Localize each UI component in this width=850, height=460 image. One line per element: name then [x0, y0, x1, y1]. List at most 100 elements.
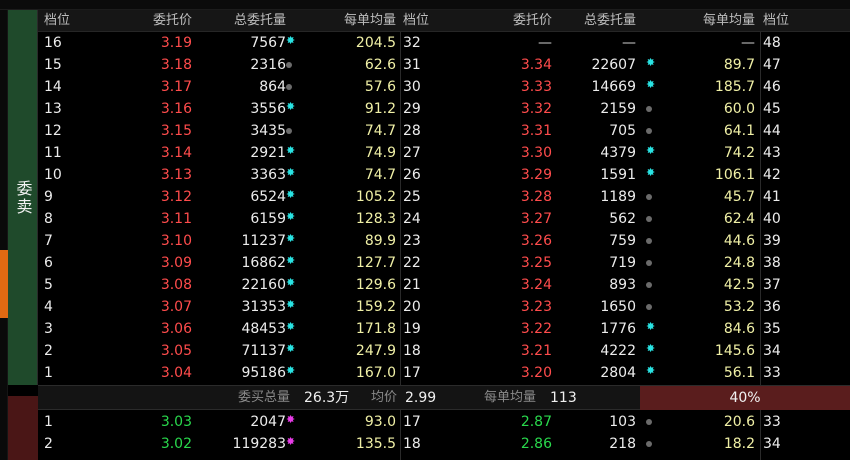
price-cell: —: [538, 35, 552, 51]
table-row[interactable]: 13 3.16 3556 ✸ 91.2 29 3.32 2159 60.0 45: [38, 98, 850, 120]
level-cell: 35: [763, 321, 781, 337]
table-row[interactable]: 2 3.02 119283 ✸ 135.5 18 2.86 218 18.2 34: [38, 433, 850, 455]
level-cell: 26: [403, 167, 421, 183]
price-cell: 3.25: [520, 255, 552, 271]
volume-cell: 3556: [250, 101, 286, 117]
avg-volume-cell: 159.2: [355, 299, 396, 315]
volume-cell: 3435: [250, 123, 286, 139]
header-volume-1: 总委托量: [233, 13, 286, 28]
level-cell: 34: [763, 343, 781, 359]
header-level-1: 档位: [44, 13, 71, 28]
volume-cell: 4222: [600, 343, 636, 359]
avg-volume-cell: 135.5: [355, 436, 396, 452]
volume-cell: 7567: [250, 35, 286, 51]
avg-volume-cell: 42.5: [723, 277, 755, 293]
price-cell: 3.31: [520, 123, 552, 139]
level-cell: 20: [403, 299, 421, 315]
price-cell: 3.26: [520, 233, 552, 249]
level-cell: 2: [44, 343, 53, 359]
level-cell: 46: [763, 79, 781, 95]
volume-cell: 6524: [250, 189, 286, 205]
price-cell: 3.24: [520, 277, 552, 293]
price-cell: 3.16: [160, 101, 192, 117]
star-marker-icon: ✸: [286, 188, 296, 201]
volume-cell: 31353: [241, 299, 286, 315]
table-row[interactable]: 16 3.19 7567 ✸ 204.5 32 — — — 48: [38, 32, 850, 54]
price-cell: 2.86: [520, 436, 552, 452]
avg-price-value: 2.99: [405, 390, 437, 406]
star-marker-icon: ✸: [286, 166, 296, 179]
dot-marker-icon: [646, 128, 652, 134]
avg-price-label: 均价: [371, 390, 398, 405]
table-row[interactable]: 15 3.18 2316 62.6 31 3.34 22607 ✸ 89.7 47: [38, 54, 850, 76]
star-marker-icon: ✸: [286, 320, 296, 333]
avg-volume-cell: 62.6: [364, 57, 396, 73]
volume-cell: 16862: [241, 255, 286, 271]
table-row[interactable]: 10 3.13 3363 ✸ 74.7 26 3.29 1591 ✸ 106.1 42: [38, 164, 850, 186]
level-cell: 17: [403, 414, 421, 430]
table-row[interactable]: 2 3.05 71137 ✸ 247.9 18 3.21 4222 ✸ 145.6 34: [38, 340, 850, 362]
level-cell: 34: [763, 436, 781, 452]
price-cell: 3.14: [160, 145, 192, 161]
price-cell: 3.28: [520, 189, 552, 205]
avg-volume-value: 113: [550, 390, 577, 406]
table-row[interactable]: 5 3.08 22160 ✸ 129.6 21 3.24 893 42.5 37: [38, 274, 850, 296]
table-row[interactable]: 3 3.06 48453 ✸ 171.8 19 3.22 1776 ✸ 84.6 35: [38, 318, 850, 340]
price-cell: 2.87: [520, 414, 552, 430]
star-marker-icon: ✸: [286, 100, 296, 113]
level-cell: 25: [403, 189, 421, 205]
avg-volume-cell: 74.7: [364, 167, 396, 183]
level-cell: 29: [403, 101, 421, 117]
level-cell: 33: [763, 365, 781, 381]
dot-marker-icon: [646, 441, 652, 447]
level-cell: 22: [403, 255, 421, 271]
dot-marker-icon: [646, 282, 652, 288]
table-row[interactable]: 1 3.03 2047 ✸ 93.0 17 2.87 103 20.6 33: [38, 411, 850, 433]
price-cell: 3.10: [160, 233, 192, 249]
volume-cell: 1189: [600, 189, 636, 205]
avg-volume-cell: 64.1: [723, 123, 755, 139]
level-cell: 33: [763, 414, 781, 430]
volume-cell: 719: [609, 255, 636, 271]
star-marker-icon: ✸: [286, 364, 296, 377]
table-row[interactable]: 4 3.07 31353 ✸ 159.2 20 3.23 1650 53.2 36: [38, 296, 850, 318]
sell-side-text: 委卖: [13, 179, 33, 216]
price-cell: 3.07: [160, 299, 192, 315]
volume-cell: 1591: [600, 167, 636, 183]
volume-cell: 2921: [250, 145, 286, 161]
level-cell: 14: [44, 79, 62, 95]
level-cell: 42: [763, 167, 781, 183]
star-marker-icon: ✸: [646, 364, 656, 377]
table-row[interactable]: 11 3.14 2921 ✸ 74.9 27 3.30 4379 ✸ 74.2 43: [38, 142, 850, 164]
level-cell: 47: [763, 57, 781, 73]
volume-cell: 1650: [600, 299, 636, 315]
avg-volume-cell: 74.2: [723, 145, 755, 161]
table-row[interactable]: 14 3.17 864 57.6 30 3.33 14669 ✸ 185.7 46: [38, 76, 850, 98]
buy-side-label: [8, 396, 38, 460]
avg-volume-cell: 129.6: [355, 277, 396, 293]
level-cell: 41: [763, 189, 781, 205]
level-cell: 43: [763, 145, 781, 161]
volume-cell: 864: [259, 79, 286, 95]
price-cell: 3.09: [160, 255, 192, 271]
table-row[interactable]: 12 3.15 3435 74.7 28 3.31 705 64.1 44: [38, 120, 850, 142]
level-cell: 48: [763, 35, 781, 51]
avg-volume-cell: 145.6: [714, 343, 755, 359]
level-cell: 39: [763, 233, 781, 249]
table-row[interactable]: 8 3.11 6159 ✸ 128.3 24 3.27 562 62.4 40: [38, 208, 850, 230]
table-row[interactable]: 6 3.09 16862 ✸ 127.7 22 3.25 719 24.8 38: [38, 252, 850, 274]
price-cell: 3.20: [520, 365, 552, 381]
level-cell: 17: [403, 365, 421, 381]
table-row[interactable]: 7 3.10 11237 ✸ 89.9 23 3.26 759 44.6 39: [38, 230, 850, 252]
volume-cell: 48453: [241, 321, 286, 337]
price-cell: 3.02: [160, 436, 192, 452]
table-header: 档位 委托价 总委托量 每单均量 档位 委托价 总委托量 每单均量 档位: [38, 10, 850, 32]
header-level-3: 档位: [763, 13, 790, 28]
table-row[interactable]: 1 3.04 95186 ✸ 167.0 17 3.20 2804 ✸ 56.1 33: [38, 362, 850, 384]
top-bar: [0, 0, 850, 10]
table-row[interactable]: 9 3.12 6524 ✸ 105.2 25 3.28 1189 45.7 41: [38, 186, 850, 208]
volume-cell: 2804: [600, 365, 636, 381]
price-cell: 3.34: [520, 57, 552, 73]
level-cell: 36: [763, 299, 781, 315]
volume-cell: 103: [609, 414, 636, 430]
